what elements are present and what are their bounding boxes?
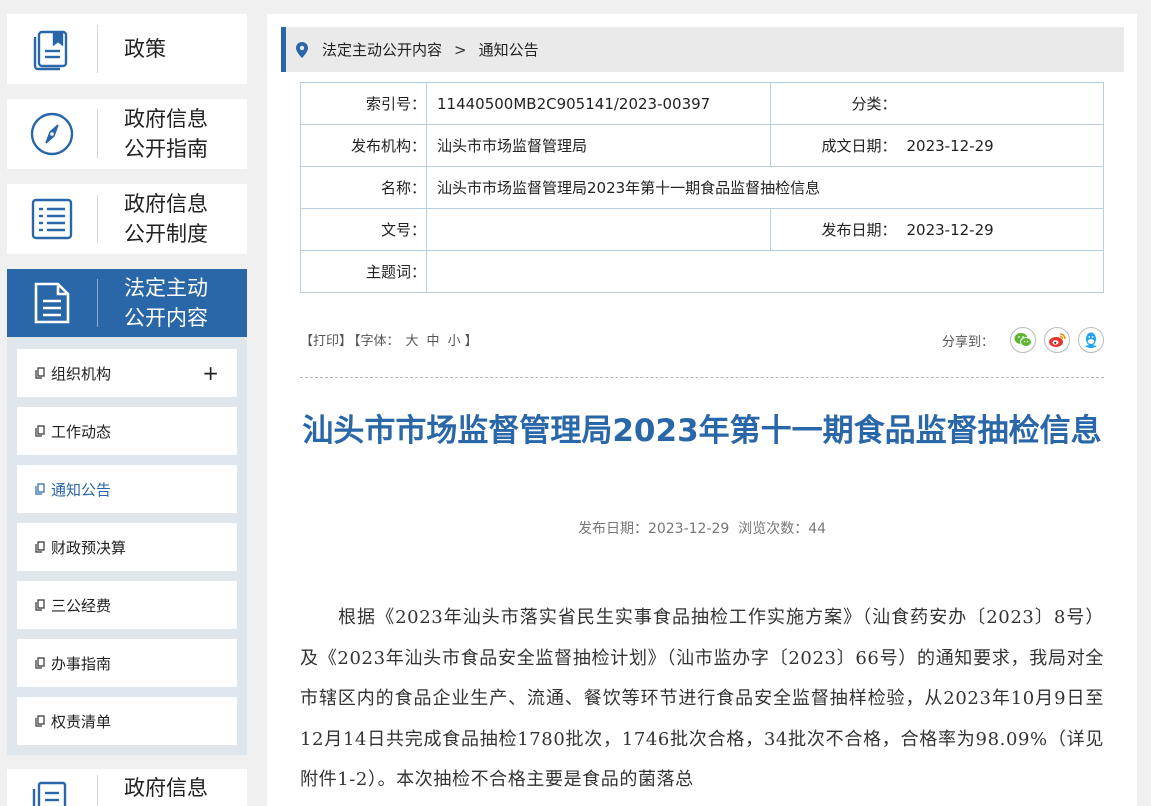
document-small-icon — [35, 425, 45, 437]
name-value: 汕头市市场监督管理局2023年第十一期食品监督抽检信息 — [426, 166, 1104, 209]
published-date-label: 发布日期： — [770, 208, 897, 251]
category-label: 分类： — [770, 82, 897, 125]
chevron-right-icon: > — [454, 40, 467, 59]
sidebar-item-three-public-expenses[interactable]: 三公经费 — [17, 581, 237, 629]
report-icon — [7, 769, 97, 806]
table-row: 文号： 发布日期： 2023-12-29 — [300, 208, 1104, 251]
breadcrumb-link-statutory[interactable]: 法定主动公开内容 — [322, 39, 442, 60]
wechat-icon[interactable] — [1010, 327, 1036, 353]
keywords-value — [426, 250, 1104, 293]
font-size-suffix: 】 — [464, 334, 478, 349]
policy-book-icon — [7, 14, 97, 84]
article-title: 汕头市市场监督管理局2023年第十一期食品监督抽检信息 — [302, 413, 1102, 449]
table-row: 名称： 汕头市市场监督管理局2023年第十一期食品监督抽检信息 — [300, 166, 1104, 209]
sidebar-card-label: 政府信息 公开制度 — [124, 192, 208, 246]
docno-value — [426, 208, 771, 251]
sidebar-item-organization[interactable]: 组织机构 + — [17, 349, 237, 397]
breadcrumb-link-notices[interactable]: 通知公告 — [479, 39, 539, 60]
document-small-icon — [35, 367, 45, 379]
table-row: 主题词： — [300, 250, 1104, 293]
document-small-icon — [35, 715, 45, 727]
location-pin-icon — [296, 41, 308, 58]
docno-label: 文号： — [300, 208, 427, 251]
document-small-icon — [35, 483, 45, 495]
list-document-icon — [7, 184, 97, 254]
index-value: 11440500MB2C905141/2023-00397 — [426, 82, 771, 125]
qq-icon[interactable] — [1078, 327, 1104, 353]
share-label: 分享到： — [941, 334, 994, 350]
created-date-value: 2023-12-29 — [896, 124, 1104, 167]
sidebar-card-policy[interactable]: 政策 — [7, 14, 247, 84]
sidebar-item-label: 工作动态 — [51, 422, 112, 441]
sidebar-submenu: 组织机构 + 工作动态 通知公告 财政预决算 三公经费 办事指南 权责清单 — [7, 337, 247, 755]
sidebar-item-notices[interactable]: 通知公告 — [17, 465, 237, 513]
created-date-label: 成文日期： — [770, 124, 897, 167]
breadcrumb: 法定主动公开内容 > 通知公告 — [281, 27, 1124, 72]
sidebar-card-label: 法定主动 公开内容 — [124, 276, 208, 330]
sidebar-item-label: 组织机构 — [51, 364, 112, 383]
compass-icon — [7, 99, 97, 169]
sidebar-card-label: 政策 — [124, 37, 166, 61]
document-small-icon — [35, 657, 45, 669]
sidebar-card-system[interactable]: 政府信息 公开制度 — [7, 184, 247, 254]
sidebar-item-work-news[interactable]: 工作动态 — [17, 407, 237, 455]
sidebar-item-label: 三公经费 — [51, 596, 112, 615]
article-body: 根据《2023年汕头市落实省民生实事食品抽检工作实施方案》（汕食药安办〔2023… — [300, 607, 1104, 790]
document-metadata-table: 索引号： 11440500MB2C905141/2023-00397 分类： 发… — [300, 82, 1104, 293]
sidebar-card-gov-info-report[interactable]: 政府信息 — [7, 769, 247, 806]
sidebar-item-label: 权责清单 — [51, 712, 112, 731]
weibo-icon[interactable] — [1044, 327, 1070, 353]
toolbar-left: 【打印】 【字体： 大中小】 — [300, 330, 480, 349]
main-content: 法定主动公开内容 > 通知公告 索引号： 11440500MB2C905141/… — [267, 14, 1137, 806]
sidebar-card-guide[interactable]: 政府信息 公开指南 — [7, 99, 247, 169]
font-large-button[interactable]: 大 — [406, 334, 419, 349]
font-medium-button[interactable]: 中 — [427, 334, 440, 349]
category-value — [896, 82, 1104, 125]
document-small-icon — [35, 599, 45, 611]
document-icon — [7, 269, 97, 337]
share-bar: 分享到： — [942, 327, 1104, 353]
sidebar-card-label: 政府信息 — [124, 776, 208, 800]
keywords-label: 主题词： — [300, 250, 427, 293]
print-button[interactable]: 【打印】 — [300, 334, 352, 349]
sidebar-card-label: 政府信息 公开指南 — [124, 107, 208, 161]
publisher-label: 发布机构： — [300, 124, 427, 167]
name-label: 名称： — [300, 166, 427, 209]
article-toolbar: 【打印】 【字体： 大中小】 分享到： — [300, 327, 1104, 353]
sidebar-item-budget[interactable]: 财政预决算 — [17, 523, 237, 571]
dashed-divider — [300, 377, 1104, 378]
published-date-value: 2023-12-29 — [896, 208, 1104, 251]
article-pubinfo: 发布日期：2023-12-29 浏览次数：44 — [577, 521, 827, 537]
expand-plus-icon[interactable]: + — [202, 361, 219, 385]
document-small-icon — [35, 541, 45, 553]
sidebar-item-service-guide[interactable]: 办事指南 — [17, 639, 237, 687]
sidebar-card-statutory-active[interactable]: 法定主动 公开内容 — [7, 269, 247, 337]
table-row: 索引号： 11440500MB2C905141/2023-00397 分类： — [300, 82, 1104, 125]
publisher-value: 汕头市市场监督管理局 — [426, 124, 771, 167]
index-label: 索引号： — [300, 82, 427, 125]
font-size-prefix: 【字体： — [354, 334, 400, 349]
table-row: 发布机构： 汕头市市场监督管理局 成文日期： 2023-12-29 — [300, 124, 1104, 167]
font-small-button[interactable]: 小 — [448, 334, 461, 349]
sidebar-item-label: 财政预决算 — [51, 538, 127, 557]
sidebar-item-responsibility-list[interactable]: 权责清单 — [17, 697, 237, 745]
sidebar-item-label: 通知公告 — [51, 480, 112, 499]
sidebar-item-label: 办事指南 — [51, 654, 112, 673]
